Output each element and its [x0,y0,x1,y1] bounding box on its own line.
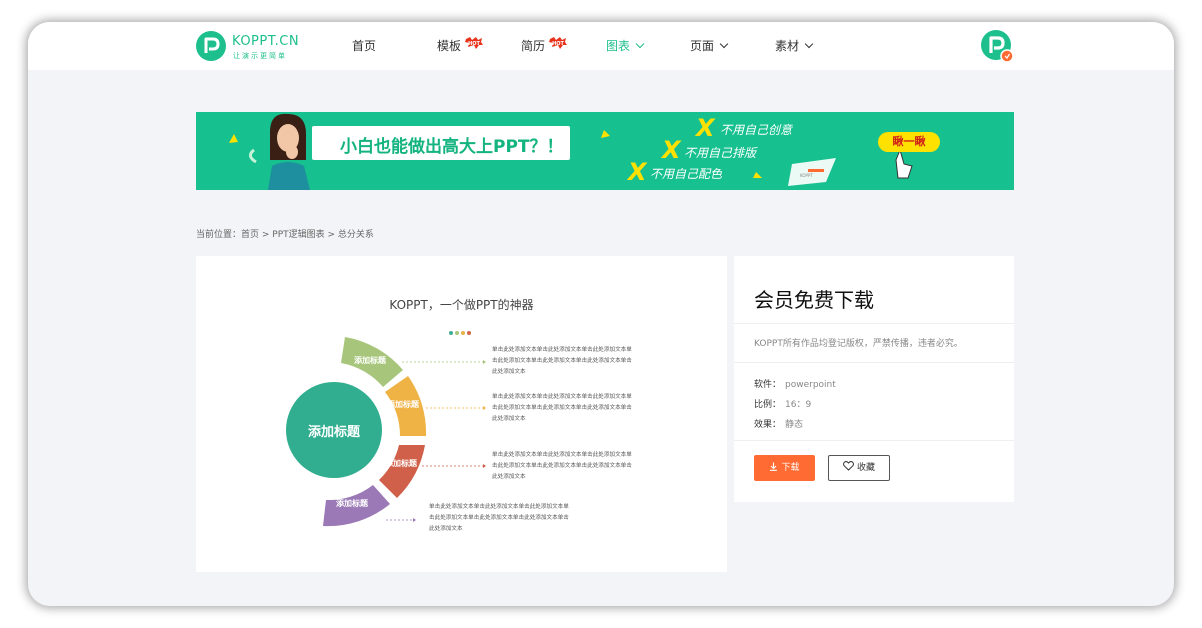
divider [734,323,1014,324]
template-preview[interactable]: KOPPT，一个做PPT的神器 添加标题 添加标题 添加标题 添加标题 添加标题… [196,256,727,572]
segment-label: 添加标题 [336,498,369,508]
chevron-down-icon [804,39,814,49]
spec-effect: 效果： 静态 [754,420,804,430]
banner-feature-1: 不用自己创意 [720,123,793,137]
site-logo[interactable]: KOPPT.CN 让演示更简单 [196,31,306,63]
browser-frame: KOPPT.CN 让演示更简单 首页 模板 HOT 简历 HOT 图表 页面 素… [28,22,1174,606]
segment-label: 添加标题 [354,355,387,365]
banner-headline: 小白也能做出高大上PPT？！ [340,137,564,157]
nav-item-resume[interactable]: 简历 [521,22,545,70]
text-block: 单击此处添加文本单击此处添加文本单击此处添加文本单击此处添加文本单击此处添加文本… [492,347,632,375]
top-navigation-bar: KOPPT.CN 让演示更简单 首页 模板 HOT 简历 HOT 图表 页面 素… [28,22,1174,70]
download-panel: 会员免费下载 KOPPT所有作品均登记版权，严禁传播，违者必究。 软件： powe… [734,256,1014,502]
banner-feature-2: 不用自己排版 [684,146,757,160]
svg-text:HOT: HOT [552,41,564,47]
banner-cta-button[interactable]: 瞅一瞅 [878,132,940,152]
banner-feature-3: 不用自己配色 [650,167,723,181]
heart-icon [843,461,854,471]
chevron-down-icon [635,39,645,49]
cross-icon: X [628,158,647,186]
segment-label: 添加标题 [387,399,420,409]
panel-title: 会员免费下载 [754,288,874,312]
download-icon [770,462,778,471]
copyright-notice: KOPPT所有作品均登记版权，严禁传播，违者必究。 [754,339,963,349]
favorite-button[interactable]: 收藏 [828,455,890,481]
spec-software: 软件： powerpoint [754,380,836,390]
logo-name: KOPPT.CN [232,34,300,49]
nav-item-templates[interactable]: 模板 [437,22,461,70]
nav-item-materials[interactable]: 素材 [775,22,814,70]
center-label: 添加标题 [308,424,361,440]
user-avatar[interactable] [980,29,1014,63]
nav-item-home[interactable]: 首页 [352,22,376,70]
hot-badge-icon: HOT [465,37,483,49]
chevron-down-icon [719,39,729,49]
text-block: 单击此处添加文本单击此处添加文本单击此处添加文本单击此处添加文本单击此处添加文本… [492,452,632,480]
svg-text:HOT: HOT [468,41,480,47]
banner-paper-mark: KOPPT [800,173,813,178]
download-button[interactable]: 下载 [754,455,815,481]
logo-mark-icon [196,31,226,61]
breadcrumb: 当前位置：首页 > PPT逻辑图表 > 总分关系 [196,227,374,240]
logo-slogan: 让演示更简单 [233,52,287,60]
hot-badge-icon: HOT [549,37,567,49]
segment-3 [379,445,425,498]
promo-banner[interactable]: 小白也能做出高大上PPT？！ X 不用自己创意 X 不用自己排版 X 不用自己配… [196,112,1014,190]
cross-icon: X [662,136,681,164]
breadcrumb-prefix: 当前位置： [196,230,242,240]
divider [734,440,1014,441]
banner-woman-image [268,113,310,190]
divider [734,362,1014,363]
spec-ratio: 比例： 16：9 [754,400,812,410]
nav-item-charts[interactable]: 图表 [606,22,645,70]
cross-icon: X [696,114,715,142]
nav-item-pages[interactable]: 页面 [690,22,729,70]
text-block: 单击此处添加文本单击此处添加文本单击此处添加文本单击此处添加文本单击此处添加文本… [429,504,569,532]
breadcrumb-path[interactable]: 首页 > PPT逻辑图表 > 总分关系 [241,230,374,240]
segment-label: 添加标题 [385,458,418,468]
text-block: 单击此处添加文本单击此处添加文本单击此处添加文本单击此处添加文本单击此处添加文本… [492,394,632,422]
